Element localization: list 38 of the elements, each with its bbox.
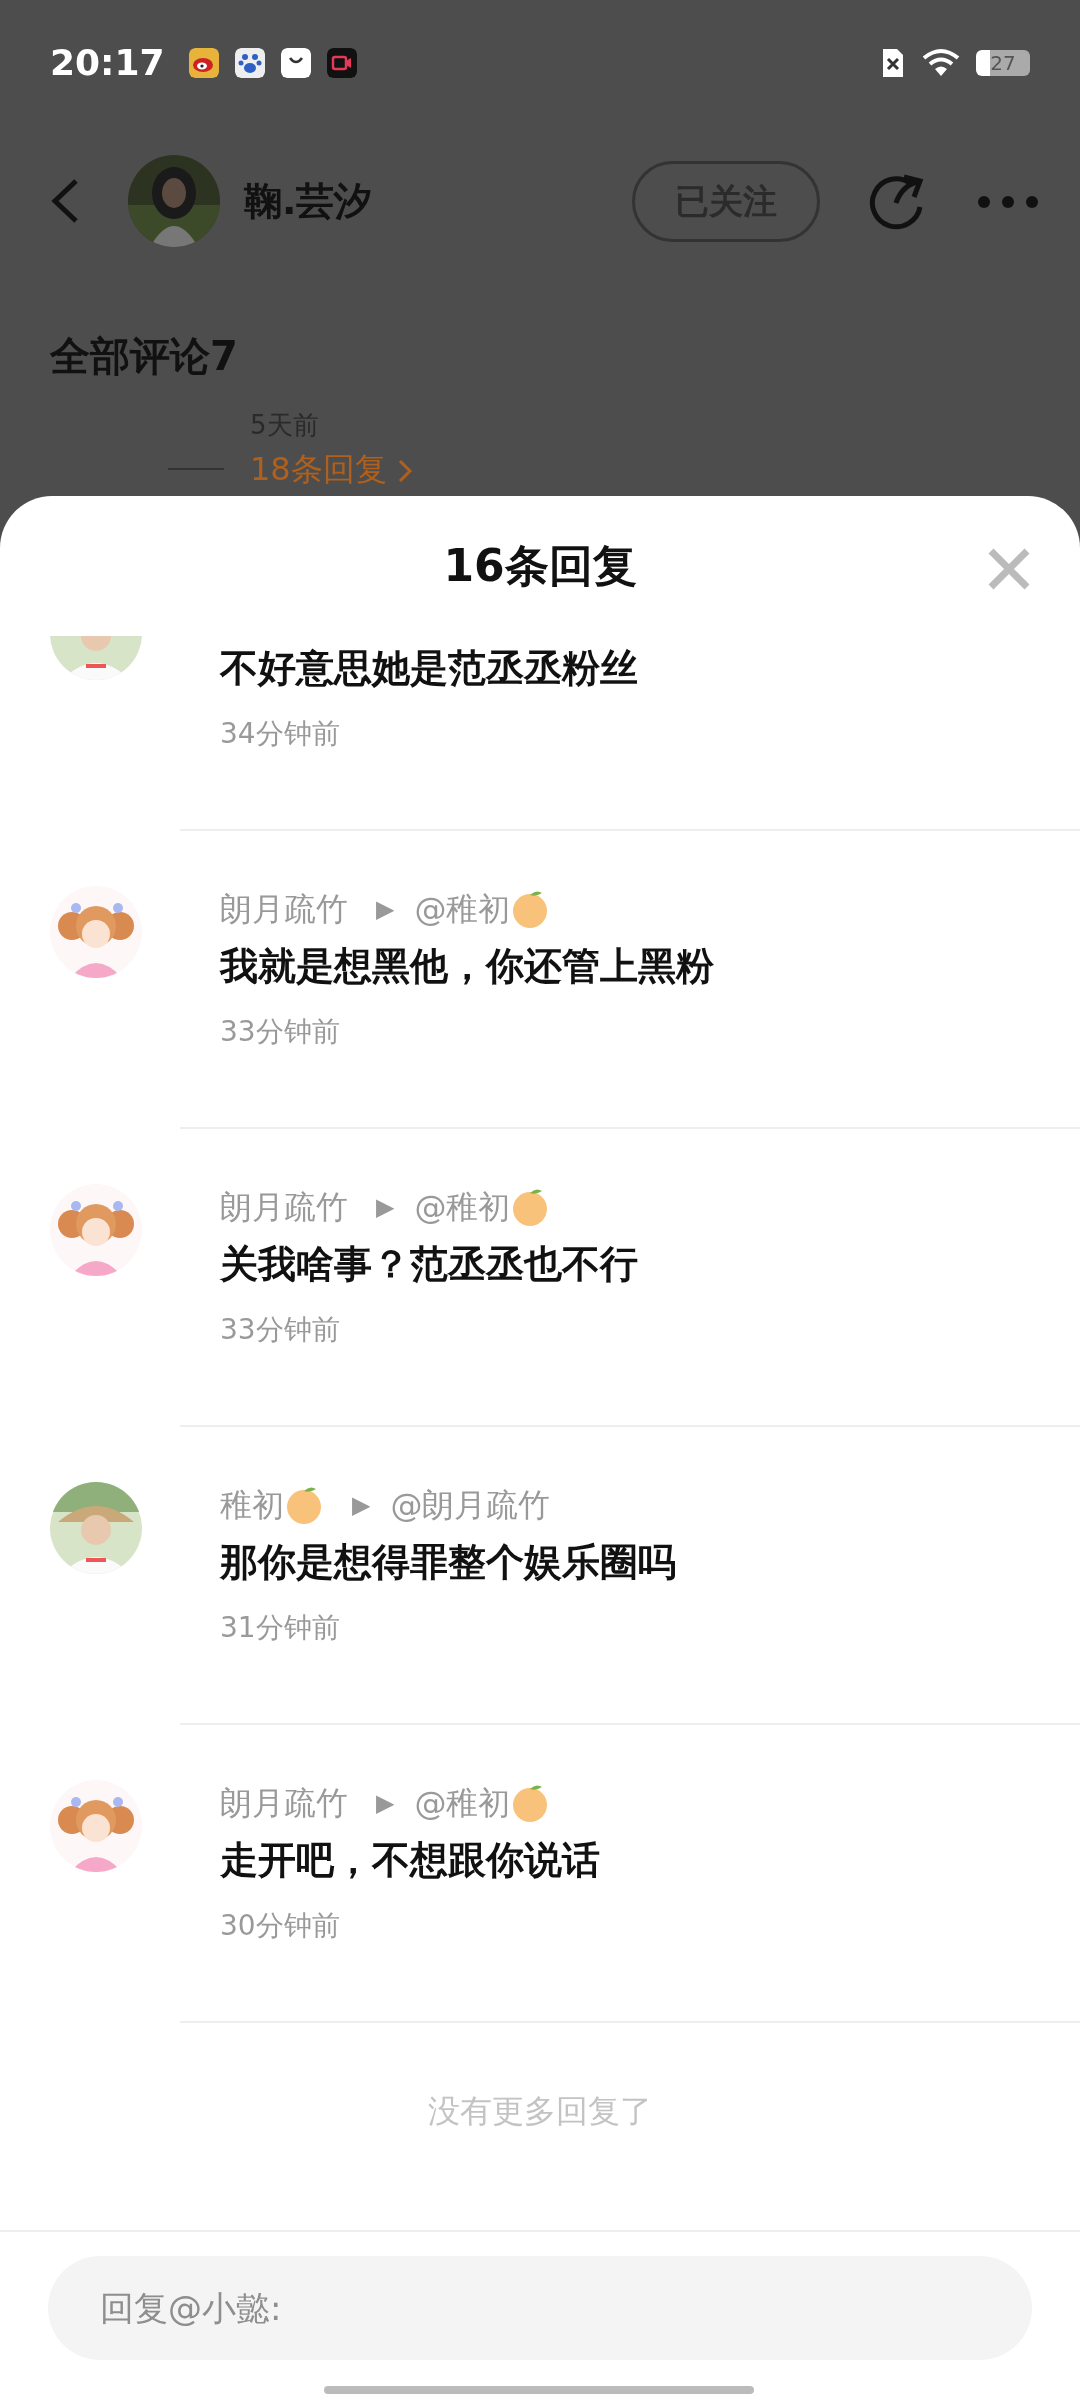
sim-off-icon (880, 47, 906, 79)
reply-text: 我就是想黑他，你还管上黑粉 (220, 944, 714, 988)
paw-app-icon (234, 48, 265, 78)
end-of-list-text: 没有更多回复了 (428, 2092, 652, 2130)
mention-name[interactable]: @稚初 (414, 885, 511, 933)
reply-text: 那你是想得罪整个娱乐圈吗 (220, 1540, 676, 1584)
reply-time: 33分钟前 (220, 1313, 340, 1346)
back-button[interactable] (50, 178, 80, 224)
author-name[interactable]: 朗月疏竹 (220, 1183, 348, 1231)
sheet-title: 16条回复 (443, 539, 637, 593)
replies-link[interactable]: 18条回复 (250, 445, 413, 494)
reply-time: 31分钟前 (220, 1611, 340, 1644)
reply-input-field[interactable]: 回复@小懿: (48, 2256, 1032, 2360)
username: 鞠.芸汐 (244, 177, 373, 225)
reply-arrow: ▶ (376, 1788, 395, 1819)
reply-time: 30分钟前 (220, 1909, 340, 1942)
video-app-icon (326, 48, 357, 78)
reply-text: 关我啥事？范丞丞也不行 (220, 1242, 638, 1286)
reply-time: 33分钟前 (220, 1015, 340, 1048)
reply-text: 走开吧，不想跟你说话 (220, 1838, 600, 1882)
status-time: 20:17 (50, 41, 165, 85)
section-title: 全部评论7 (49, 332, 239, 381)
mention-name[interactable]: @朗月疏竹 (390, 1481, 551, 1529)
reply-arrow: ▶ (376, 894, 395, 925)
mention-name[interactable]: @稚初 (414, 1779, 511, 1827)
close-button[interactable] (986, 546, 1032, 592)
mention-name[interactable]: @稚初 (414, 1183, 511, 1231)
battery-indicator: 27 (976, 50, 1030, 76)
author-name[interactable]: 朗月疏竹 (220, 885, 348, 933)
reply-time: 34分钟前 (220, 717, 340, 750)
wifi-icon (922, 48, 960, 78)
reply-text: 不好意思她是范丞丞粉丝 (220, 646, 638, 690)
author-name[interactable]: 稚初 (220, 1481, 284, 1529)
reply-arrow: ▶ (352, 1490, 371, 1521)
bag-app-icon (280, 48, 311, 78)
chevron-icon (396, 458, 413, 485)
reply-arrow: ▶ (376, 1192, 395, 1223)
author-name[interactable]: 朗月疏竹 (220, 1779, 348, 1827)
